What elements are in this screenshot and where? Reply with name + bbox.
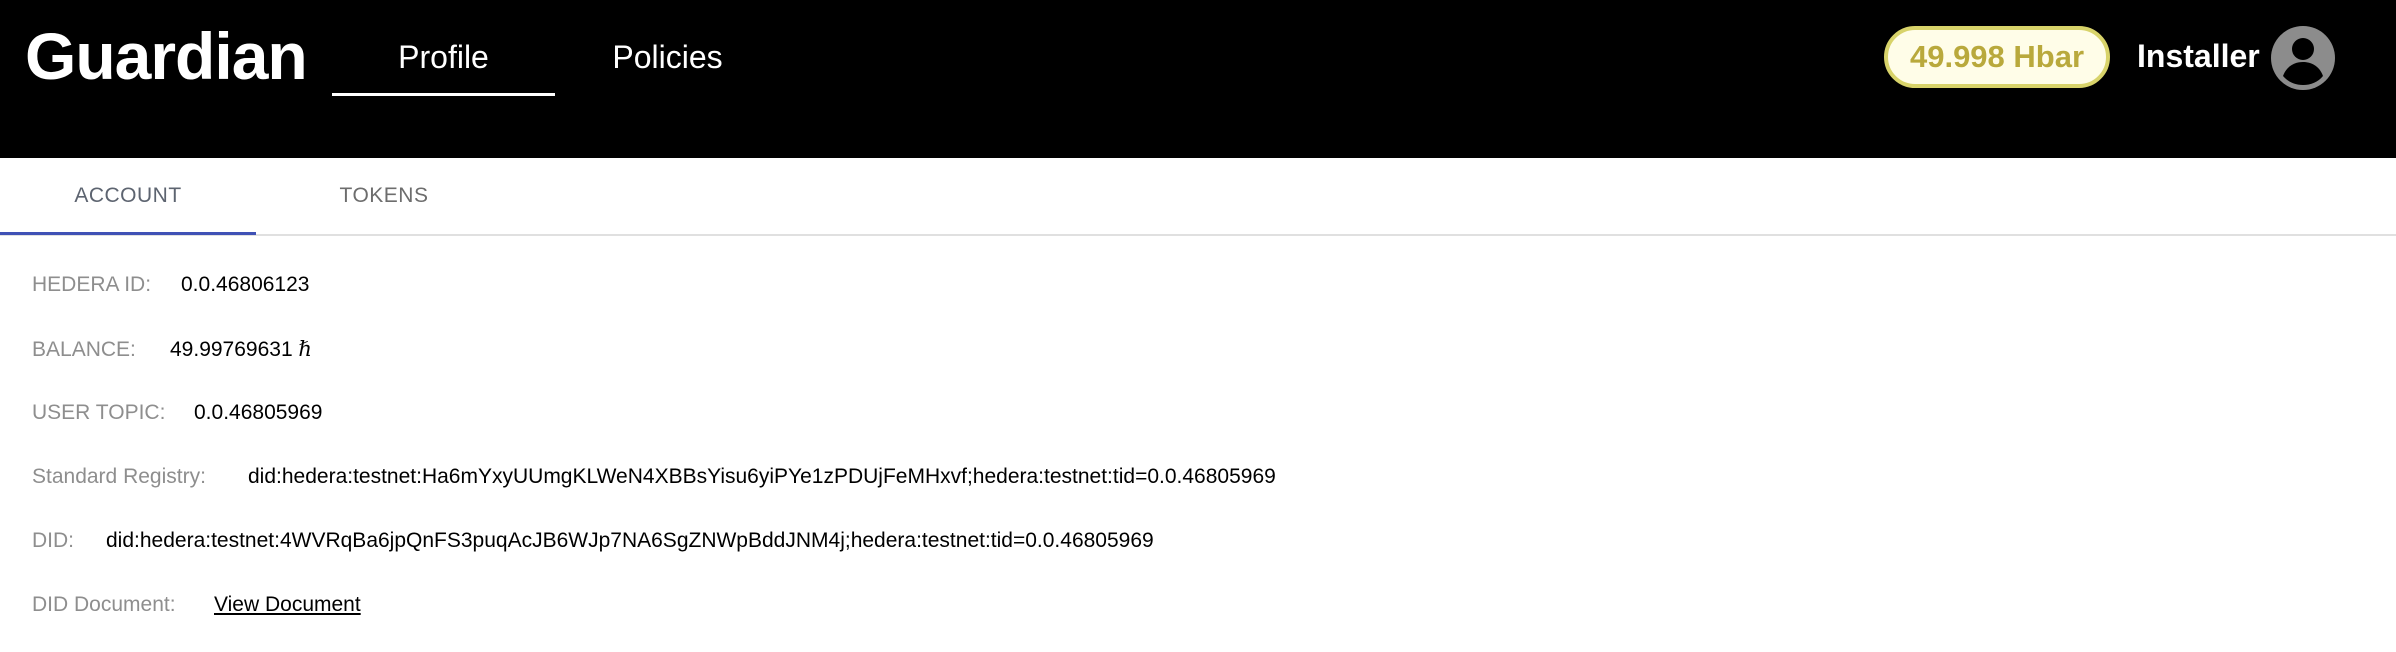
user-topic-label: USER TOPIC: <box>32 401 166 424</box>
tab-account[interactable]: ACCOUNT <box>0 158 256 234</box>
balance-label: BALANCE: <box>32 338 136 361</box>
did-value: did:hedera:testnet:4WVRqBa6jpQnFS3puqAcJ… <box>106 529 1154 552</box>
standard-registry-label: Standard Registry: <box>32 465 206 488</box>
user-topic-row: USER TOPIC: 0.0.46805969 <box>32 398 322 428</box>
nav-active-indicator <box>332 93 555 96</box>
hedera-id-value: 0.0.46806123 <box>181 273 310 296</box>
standard-registry-value: did:hedera:testnet:Ha6mYxyUUmgKLWeN4XBBs… <box>248 465 1276 488</box>
user-name[interactable]: Installer <box>2137 36 2260 76</box>
top-app-bar: Guardian Profile Policies 49.998 Hbar In… <box>0 0 2396 158</box>
did-document-row: DID Document: View Document <box>32 590 361 620</box>
balance-row: BALANCE: 49.99769631 ℏ <box>32 334 312 365</box>
hbar-symbol-icon: ℏ <box>298 337 313 361</box>
view-document-link[interactable]: View Document <box>214 590 361 620</box>
hedera-id-row: HEDERA ID: 0.0.46806123 <box>32 270 309 300</box>
tab-bar: ACCOUNT TOKENS <box>0 158 2396 236</box>
tab-tokens[interactable]: TOKENS <box>256 158 512 234</box>
did-document-label: DID Document: <box>32 593 176 616</box>
user-topic-value: 0.0.46805969 <box>194 401 323 424</box>
balance-badge[interactable]: 49.998 Hbar <box>1884 26 2110 88</box>
balance-value: 49.99769631 <box>170 338 293 361</box>
did-row: DID: did:hedera:testnet:4WVRqBa6jpQnFS3pu… <box>32 526 1154 556</box>
standard-registry-row: Standard Registry: did:hedera:testnet:Ha6… <box>32 462 1276 492</box>
app-brand[interactable]: Guardian <box>25 20 308 92</box>
nav-profile[interactable]: Profile <box>332 36 555 96</box>
tab-active-indicator <box>0 232 256 235</box>
account-circle-icon[interactable] <box>2270 25 2336 91</box>
did-label: DID: <box>32 529 74 552</box>
hedera-id-label: HEDERA ID: <box>32 273 152 296</box>
nav-policies[interactable]: Policies <box>555 36 780 96</box>
